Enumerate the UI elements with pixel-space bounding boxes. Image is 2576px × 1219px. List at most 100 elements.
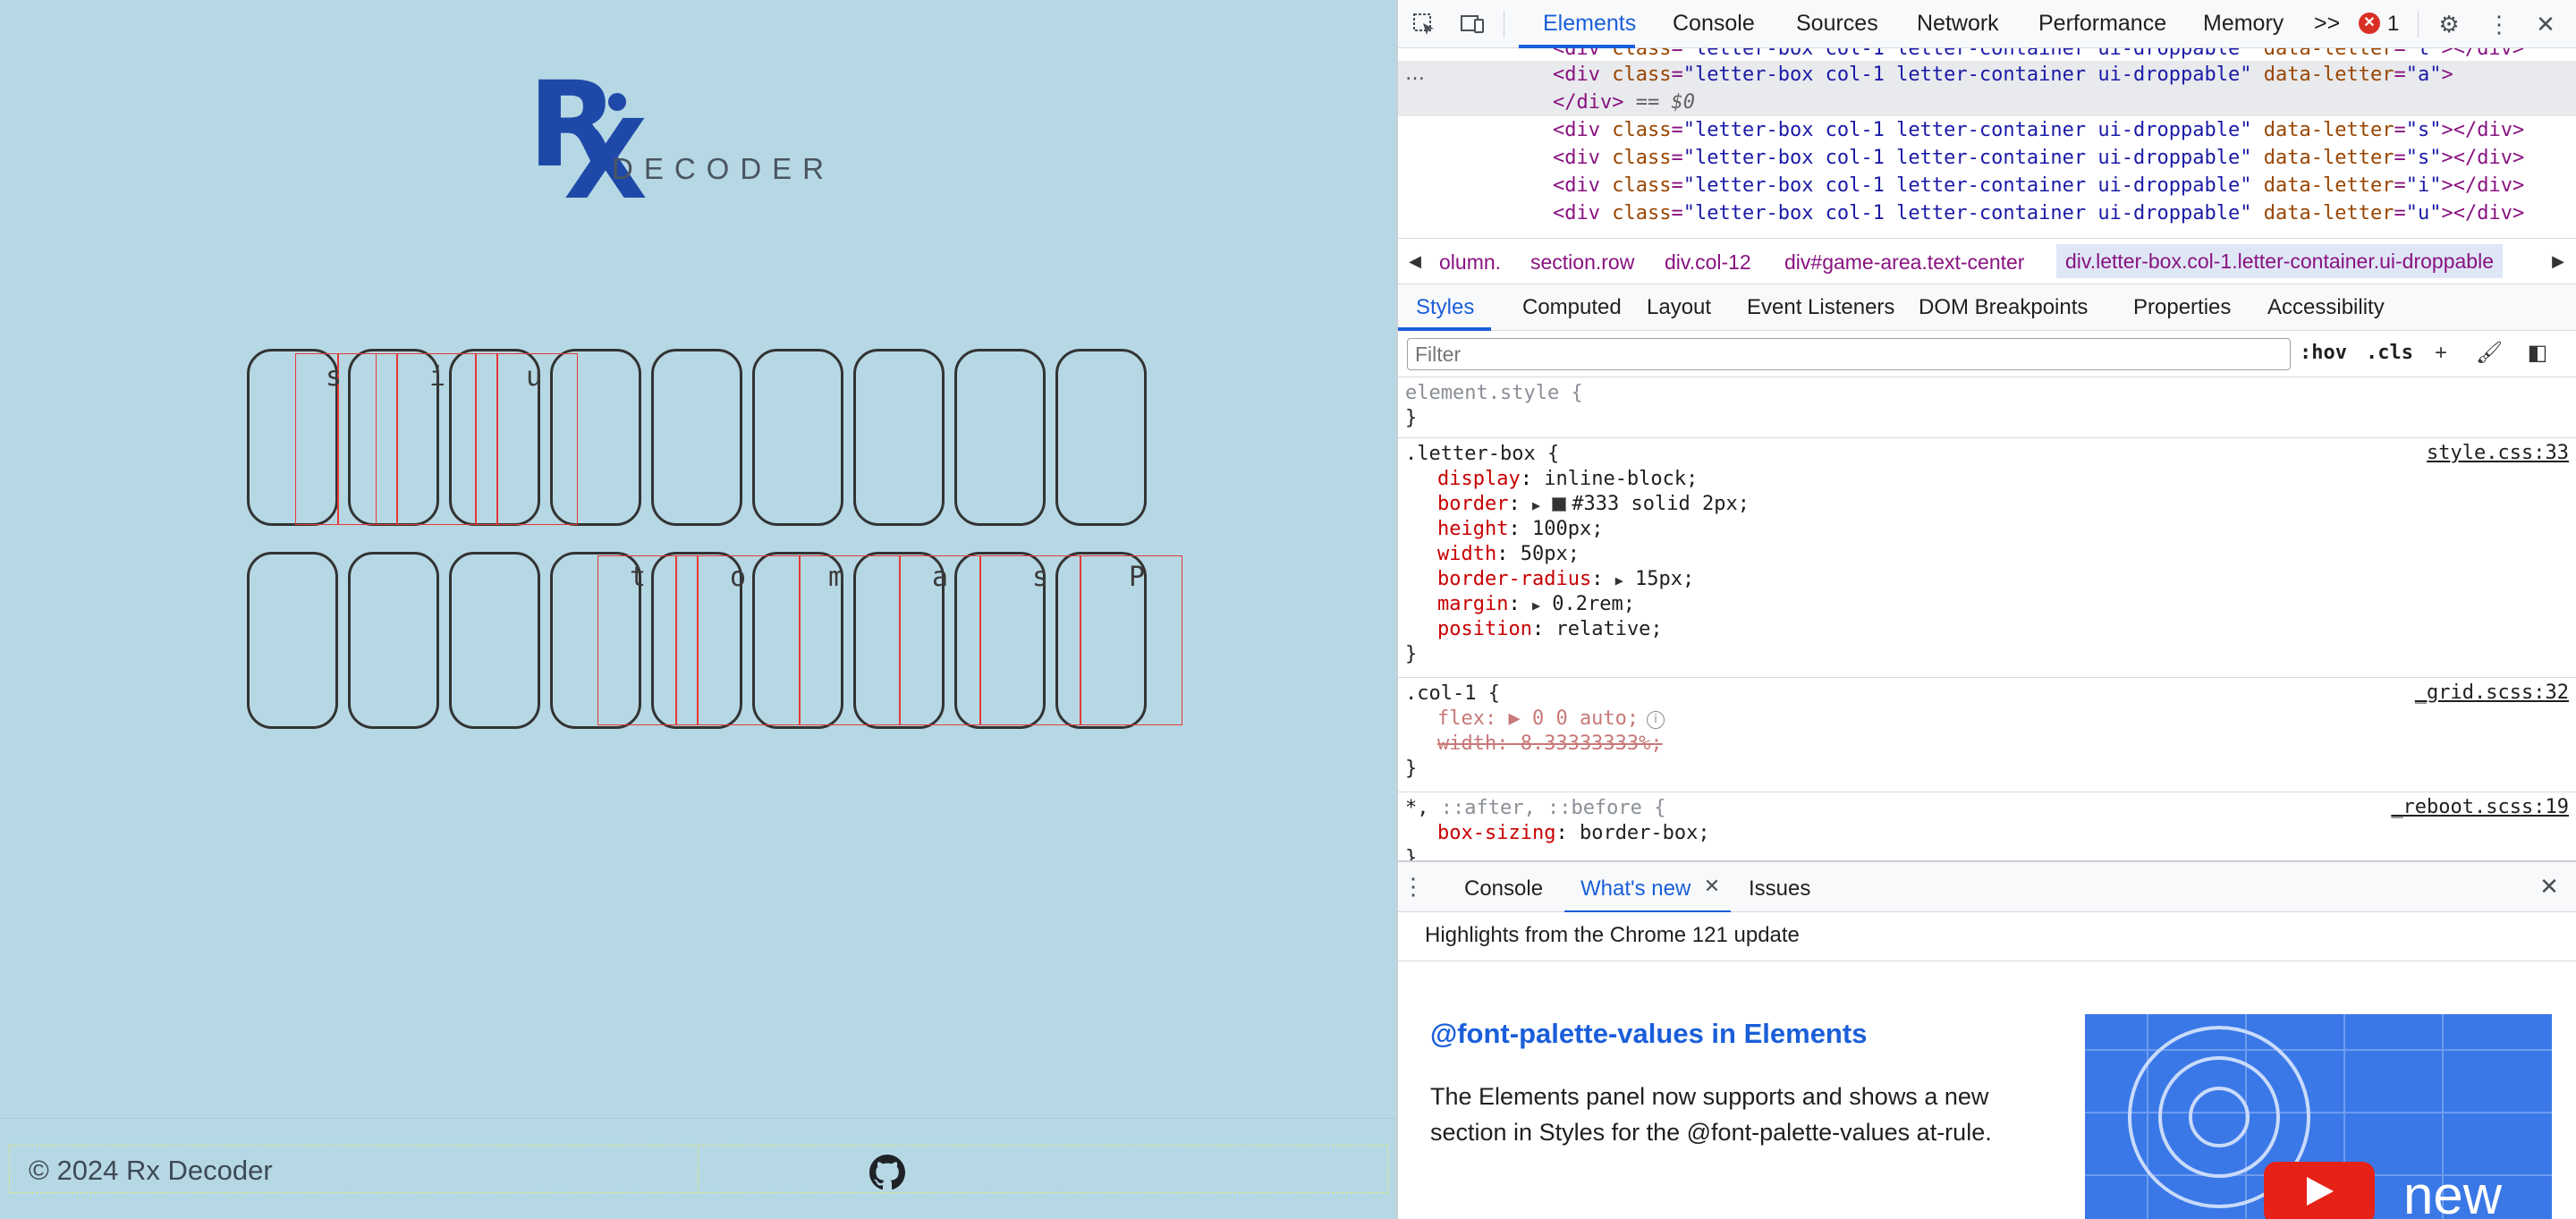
letter-tile[interactable]: s xyxy=(1032,562,1048,593)
css-declaration[interactable]: width: 50px; xyxy=(1437,542,1580,567)
chevron-right-icon[interactable]: ▶ xyxy=(2545,248,2572,275)
sidebar-toggle-icon[interactable]: ◧ xyxy=(2523,339,2552,368)
dom-class: letter-box col-1 letter-container ui-dro… xyxy=(1694,202,2241,224)
css-declaration[interactable]: display: inline-block; xyxy=(1437,467,1698,492)
breadcrumb-item-active[interactable]: div.letter-box.col-1.letter-container.ui… xyxy=(2056,244,2503,278)
breadcrumb-item[interactable]: olumn. xyxy=(1439,250,1501,275)
dom-line[interactable]: <div class="letter-box col-1 letter-cont… xyxy=(1553,144,2524,172)
letter-tile[interactable]: o xyxy=(730,562,746,593)
letter-tile[interactable]: t xyxy=(630,562,646,593)
tab-performance[interactable]: Performance xyxy=(2038,11,2166,37)
letter-tile[interactable]: m xyxy=(828,562,844,593)
letter-tile[interactable]: i xyxy=(429,361,445,393)
expand-triangle-icon[interactable]: ▶ xyxy=(1532,597,1540,614)
rule-selector[interactable]: .col-1 { xyxy=(1405,681,1500,707)
letter-box[interactable] xyxy=(954,349,1046,526)
letter-tile-outline[interactable] xyxy=(698,555,800,725)
letter-tile-outline[interactable] xyxy=(376,353,397,525)
css-declaration-overridden[interactable]: width: 8.33333333%; xyxy=(1437,732,1663,757)
css-declaration[interactable]: border-radius: ▶ 15px; xyxy=(1437,567,1694,592)
letter-tile-outline[interactable] xyxy=(980,555,1080,725)
letter-box[interactable] xyxy=(247,552,338,729)
class-toggle[interactable]: .cls xyxy=(2366,342,2413,364)
expand-triangle-icon[interactable]: ▶ xyxy=(1615,572,1623,588)
tab-event-listeners[interactable]: Event Listeners xyxy=(1747,295,1894,320)
close-drawer-icon[interactable]: ✕ xyxy=(2536,873,2563,900)
tab-computed[interactable]: Computed xyxy=(1522,295,1622,320)
tab-dom-breakpoints[interactable]: DOM Breakpoints xyxy=(1919,295,2088,320)
error-count[interactable]: 1 xyxy=(2387,12,2399,37)
settings-icon[interactable]: ⚙ xyxy=(2436,11,2462,38)
rule-source-link[interactable]: style.css:33 xyxy=(2427,442,2569,464)
github-icon[interactable] xyxy=(869,1155,905,1190)
more-tabs-chevron-icon[interactable]: >> xyxy=(2314,11,2340,37)
letter-tile-outline[interactable] xyxy=(476,353,497,525)
feature-title-link[interactable]: @font-palette-values in Elements xyxy=(1430,1018,1867,1050)
device-toggle-icon[interactable] xyxy=(1459,11,1486,38)
info-icon[interactable]: i xyxy=(1647,711,1665,729)
letter-box[interactable] xyxy=(348,552,439,729)
letter-tile[interactable]: P xyxy=(1129,562,1145,593)
close-icon[interactable]: ✕ xyxy=(2532,11,2559,38)
letter-box[interactable] xyxy=(853,349,945,526)
tab-accessibility[interactable]: Accessibility xyxy=(2267,295,2385,320)
tab-network[interactable]: Network xyxy=(1917,11,1999,37)
hover-state-toggle[interactable]: :hov xyxy=(2300,342,2347,364)
letter-tile[interactable]: s xyxy=(326,361,342,393)
tab-console[interactable]: Console xyxy=(1673,11,1755,37)
whats-new-video-thumbnail[interactable]: new xyxy=(2085,1014,2552,1219)
letter-box[interactable] xyxy=(752,349,843,526)
dom-line[interactable]: <div class="letter-box col-1 letter-cont… xyxy=(1553,116,2524,144)
expand-triangle-icon[interactable]: ▶ xyxy=(1532,497,1540,513)
letter-tile[interactable]: a xyxy=(932,562,948,593)
css-declaration[interactable]: border: ▶ #333 solid 2px; xyxy=(1437,492,1750,517)
breadcrumb-item[interactable]: div.col-12 xyxy=(1665,250,1751,275)
rule-source-link[interactable]: _grid.scss:32 xyxy=(2415,681,2569,704)
drawer-menu-icon[interactable]: ⋮ xyxy=(1400,873,1427,900)
rule-source-link[interactable]: _reboot.scss:19 xyxy=(2391,796,2569,818)
error-icon[interactable]: ✕ xyxy=(2359,13,2380,34)
dom-line-selected[interactable]: <div class="letter-box col-1 letter-cont… xyxy=(1553,61,2453,89)
dom-line[interactable]: <div class="letter-box col-1 letter-cont… xyxy=(1553,172,2524,199)
letter-box[interactable] xyxy=(1055,349,1147,526)
letter-box[interactable] xyxy=(449,552,540,729)
breadcrumb-item[interactable]: section.row xyxy=(1530,250,1634,275)
css-declaration[interactable]: box-sizing: border-box; xyxy=(1437,821,1710,846)
paint-roller-icon[interactable]: 🖌 xyxy=(2475,339,2504,368)
dom-line-close[interactable]: </div> == $0 xyxy=(1553,89,1695,116)
inspect-icon[interactable] xyxy=(1411,11,1437,38)
rule-selector[interactable]: *, ::after, ::before { xyxy=(1405,796,1665,821)
tab-sources[interactable]: Sources xyxy=(1796,11,1878,37)
breadcrumb-item[interactable]: div#game-area.text-center xyxy=(1784,250,2024,275)
drawer-tab-console[interactable]: Console xyxy=(1464,876,1543,902)
tab-styles[interactable]: Styles xyxy=(1416,295,1474,320)
styles-filter-input[interactable] xyxy=(1407,338,2291,370)
css-declaration[interactable]: height: 100px; xyxy=(1437,517,1603,542)
letter-tile-outline[interactable] xyxy=(800,555,900,725)
rule-selector[interactable]: .letter-box { xyxy=(1405,442,1559,467)
css-prop-value: border-box; xyxy=(1579,822,1710,844)
close-tab-icon[interactable]: ✕ xyxy=(1699,873,1725,900)
color-swatch[interactable] xyxy=(1552,497,1567,512)
dom-class: letter-box col-1 letter-container ui-dro… xyxy=(1694,119,2241,141)
tab-properties[interactable]: Properties xyxy=(2133,295,2231,320)
tab-layout[interactable]: Layout xyxy=(1647,295,1711,320)
rule-selector[interactable]: element.style { xyxy=(1405,381,1583,406)
drawer-tab-whats-new[interactable]: What's new xyxy=(1580,876,1690,902)
styles-rules: element.style { } .letter-box { style.cs… xyxy=(1398,377,2576,860)
tab-memory[interactable]: Memory xyxy=(2203,11,2284,37)
css-declaration[interactable]: position: relative; xyxy=(1437,617,1663,642)
logo-wordmark: DECODER xyxy=(612,152,835,185)
dom-line[interactable]: <div class="letter-box col-1 letter-cont… xyxy=(1553,199,2524,227)
css-declaration-inactive[interactable]: flex: ▶ 0 0 auto; xyxy=(1437,707,1639,732)
chevron-left-icon[interactable]: ◀ xyxy=(1402,248,1428,275)
drawer-tab-issues[interactable]: Issues xyxy=(1749,876,1810,902)
tab-elements[interactable]: Elements xyxy=(1543,11,1636,37)
more-vert-icon[interactable]: ⋮ xyxy=(2486,11,2512,38)
letter-box[interactable] xyxy=(651,349,742,526)
add-rule-icon[interactable]: + xyxy=(2427,339,2455,368)
letter-tile[interactable]: u xyxy=(526,361,542,393)
ellipsis-icon[interactable]: … xyxy=(1405,63,1425,85)
css-declaration[interactable]: margin: ▶ 0.2rem; xyxy=(1437,592,1635,617)
letter-tile-outline[interactable] xyxy=(676,555,698,725)
